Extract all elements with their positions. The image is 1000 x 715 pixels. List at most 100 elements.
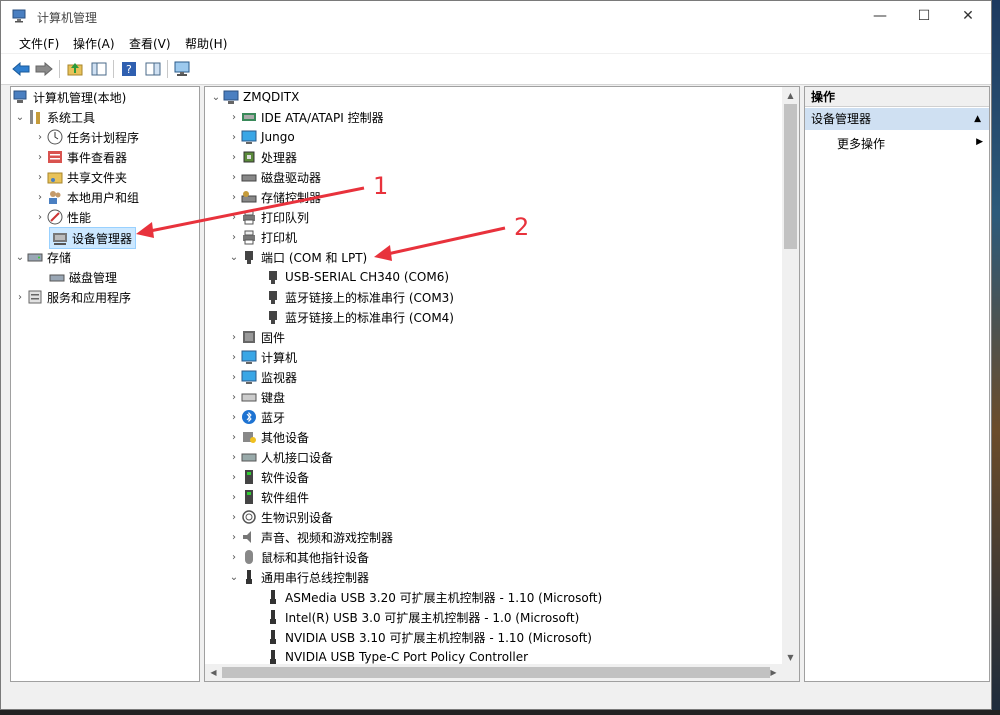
chevron-right-icon[interactable]: › xyxy=(227,227,241,247)
chevron-right-icon[interactable]: › xyxy=(227,167,241,187)
collapse-icon[interactable]: ▲ xyxy=(974,108,981,130)
menu-view[interactable]: 查看(V) xyxy=(129,35,171,52)
device-category[interactable]: › 软件组件 xyxy=(227,487,309,507)
chevron-right-icon[interactable]: › xyxy=(33,207,47,227)
device-item[interactable]: ASMedia USB 3.20 可扩展主机控制器 - 1.10 (Micros… xyxy=(245,587,602,607)
chevron-down-icon[interactable]: ⌄ xyxy=(13,247,27,267)
usb-icon xyxy=(265,649,281,665)
device-category[interactable]: › 磁盘驱动器 xyxy=(227,167,321,187)
device-label: 人机接口设备 xyxy=(261,450,334,465)
chevron-right-icon[interactable]: › xyxy=(227,187,241,207)
forward-button[interactable] xyxy=(34,59,54,79)
chevron-right-icon[interactable]: › xyxy=(227,367,241,387)
chevron-right-icon[interactable]: › xyxy=(33,127,47,147)
chevron-right-icon[interactable]: › xyxy=(227,487,241,507)
chevron-right-icon[interactable]: › xyxy=(227,107,241,127)
scroll-left-icon[interactable]: ◀ xyxy=(205,664,222,681)
tree-item-local-users[interactable]: › 本地用户和组 xyxy=(33,187,139,207)
chevron-down-icon[interactable]: ⌄ xyxy=(209,87,223,107)
device-category[interactable]: › 存储控制器 xyxy=(227,187,321,207)
device-item[interactable]: 蓝牙链接上的标准串行 (COM3) xyxy=(245,287,454,307)
device-category[interactable]: › 生物识别设备 xyxy=(227,507,333,527)
menu-help[interactable]: 帮助(H) xyxy=(185,35,227,52)
chevron-down-icon[interactable]: ⌄ xyxy=(227,247,241,267)
device-item[interactable]: NVIDIA USB 3.10 可扩展主机控制器 - 1.10 (Microso… xyxy=(245,627,592,647)
tree-item-system-tools[interactable]: ⌄ 系统工具 xyxy=(13,107,95,127)
help-button[interactable]: ? xyxy=(119,59,139,79)
chevron-right-icon[interactable]: › xyxy=(227,507,241,527)
up-level-button[interactable] xyxy=(65,59,85,79)
chevron-right-icon[interactable]: › xyxy=(227,527,241,547)
device-category[interactable]: › 固件 xyxy=(227,327,285,347)
chevron-right-icon[interactable]: › xyxy=(227,387,241,407)
device-category[interactable]: › 软件设备 xyxy=(227,467,309,487)
chevron-right-icon[interactable]: › xyxy=(33,187,47,207)
device-category[interactable]: › 打印机 xyxy=(227,227,297,247)
horizontal-scrollbar[interactable]: ◀ ▶ xyxy=(205,664,782,681)
menu-action[interactable]: 操作(A) xyxy=(73,35,115,52)
device-category[interactable]: › 蓝牙 xyxy=(227,407,285,427)
chevron-right-icon[interactable]: › xyxy=(227,407,241,427)
chevron-right-icon[interactable]: › xyxy=(227,127,241,147)
chevron-right-icon[interactable]: › xyxy=(227,347,241,367)
event-viewer-icon xyxy=(47,149,63,165)
device-category[interactable]: › Jungo xyxy=(227,127,295,147)
folder-up-icon xyxy=(67,63,83,76)
device-category[interactable]: › 监视器 xyxy=(227,367,297,387)
tree-item-disk-management[interactable]: 磁盘管理 xyxy=(49,267,117,287)
device-tree-root[interactable]: ⌄ ZMQDITX xyxy=(209,87,299,107)
minimize-button[interactable]: — xyxy=(857,1,903,31)
scroll-up-icon[interactable]: ▲ xyxy=(782,87,799,104)
tree-item-device-manager[interactable]: 设备管理器 xyxy=(49,227,137,249)
chevron-right-icon[interactable]: › xyxy=(227,467,241,487)
chevron-down-icon[interactable]: ⌄ xyxy=(13,107,27,127)
device-category[interactable]: › 人机接口设备 xyxy=(227,447,333,467)
chevron-right-icon[interactable]: › xyxy=(33,147,47,167)
chevron-down-icon[interactable]: ⌄ xyxy=(227,567,241,587)
tree-item-storage[interactable]: ⌄ 存储 xyxy=(13,247,71,267)
scroll-right-icon[interactable]: ▶ xyxy=(765,664,782,681)
tree-item-shared-folders[interactable]: › 共享文件夹 xyxy=(33,167,127,187)
tree-item-event-viewer[interactable]: › 事件查看器 xyxy=(33,147,127,167)
hscroll-thumb[interactable] xyxy=(222,667,770,678)
tree-item-task-scheduler[interactable]: › 任务计划程序 xyxy=(33,127,139,147)
action-pane-button[interactable] xyxy=(143,59,163,79)
chevron-right-icon[interactable]: › xyxy=(227,547,241,567)
chevron-right-icon[interactable]: › xyxy=(227,207,241,227)
device-category[interactable]: › 声音、视频和游戏控制器 xyxy=(227,527,393,547)
device-item[interactable]: Intel(R) USB 3.0 可扩展主机控制器 - 1.0 (Microso… xyxy=(245,607,579,627)
device-item[interactable]: USB-SERIAL CH340 (COM6) xyxy=(245,267,449,287)
tree-item-services-apps[interactable]: › 服务和应用程序 xyxy=(13,287,131,307)
chevron-right-icon[interactable]: › xyxy=(227,447,241,467)
device-category[interactable]: › 处理器 xyxy=(227,147,297,167)
tree-item-root[interactable]: 计算机管理(本地) xyxy=(13,87,126,107)
services-icon xyxy=(27,289,43,305)
chevron-right-icon[interactable]: › xyxy=(227,427,241,447)
chevron-right-icon[interactable]: › xyxy=(33,167,47,187)
scrollbar-thumb[interactable] xyxy=(784,104,797,249)
back-button[interactable] xyxy=(11,59,31,79)
title-bar[interactable]: 计算机管理 — ☐ ✕ xyxy=(1,1,991,31)
actions-section-device-manager[interactable]: 设备管理器 ▲ xyxy=(805,108,989,130)
chevron-right-icon[interactable]: › xyxy=(13,287,27,307)
close-button[interactable]: ✕ xyxy=(945,1,991,31)
device-category[interactable]: › 键盘 xyxy=(227,387,285,407)
scroll-down-icon[interactable]: ▼ xyxy=(782,649,799,666)
show-hide-tree-button[interactable] xyxy=(89,59,109,79)
device-item[interactable]: 蓝牙链接上的标准串行 (COM4) xyxy=(245,307,454,327)
chevron-right-icon[interactable]: › xyxy=(227,147,241,167)
more-actions-item[interactable]: 更多操作 xyxy=(837,135,885,152)
scan-hardware-button[interactable] xyxy=(173,59,193,79)
tree-item-performance[interactable]: › 性能 xyxy=(33,207,91,227)
device-category[interactable]: ⌄ 通用串行总线控制器 xyxy=(227,567,369,587)
maximize-button[interactable]: ☐ xyxy=(901,1,947,31)
device-category[interactable]: › 打印队列 xyxy=(227,207,309,227)
menu-file[interactable]: 文件(F) xyxy=(19,35,59,52)
chevron-right-icon[interactable]: › xyxy=(227,327,241,347)
device-category[interactable]: › 其他设备 xyxy=(227,427,309,447)
device-category[interactable]: › 计算机 xyxy=(227,347,297,367)
device-category[interactable]: ⌄ 端口 (COM 和 LPT) xyxy=(227,247,367,267)
device-category[interactable]: › IDE ATA/ATAPI 控制器 xyxy=(227,107,384,127)
device-category[interactable]: › 鼠标和其他指针设备 xyxy=(227,547,369,567)
vertical-scrollbar[interactable]: ▲ ▼ xyxy=(782,87,799,681)
